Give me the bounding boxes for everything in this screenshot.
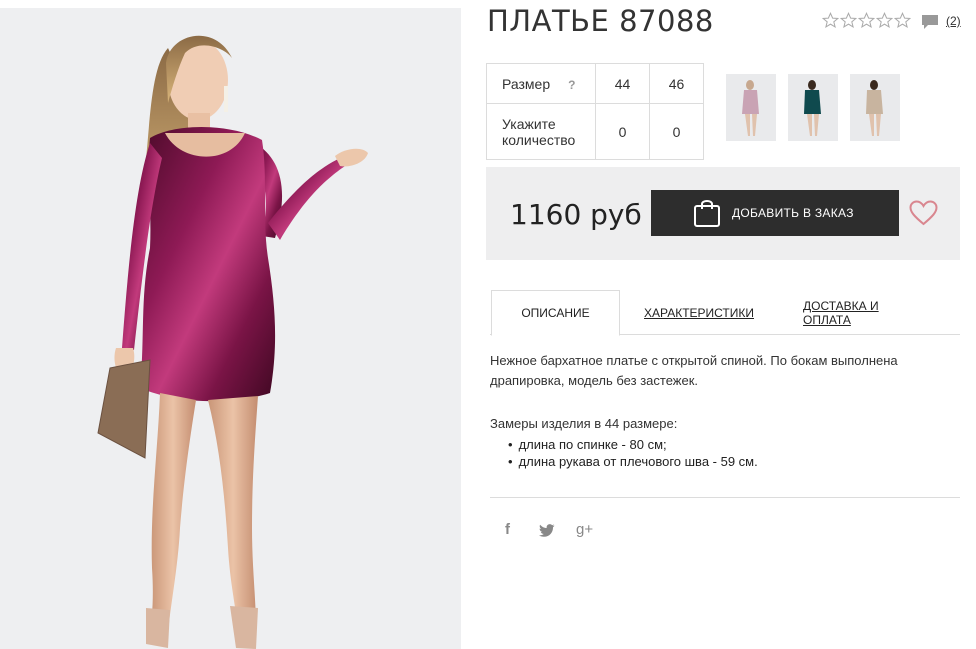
size-label: Размер bbox=[502, 75, 551, 92]
shopping-bag-icon bbox=[694, 200, 720, 227]
quantity-row: Укажите количество 0 0 bbox=[486, 103, 704, 160]
add-to-order-button[interactable]: ДОБАВИТЬ В ЗАКАЗ bbox=[651, 190, 899, 236]
quantity-input[interactable]: 0 bbox=[649, 103, 704, 160]
tab-description[interactable]: ОПИСАНИЕ bbox=[491, 290, 620, 336]
color-thumbnail-teal[interactable] bbox=[788, 74, 838, 141]
measurements-title: Замеры изделия в 44 размере: bbox=[490, 416, 678, 431]
main-product-photo[interactable] bbox=[0, 8, 461, 649]
star-icon[interactable] bbox=[840, 12, 857, 29]
tab-delivery-payment[interactable]: ДОСТАВКА И ОПЛАТА bbox=[803, 290, 928, 335]
size-option[interactable]: 44 bbox=[595, 63, 650, 104]
size-help-icon[interactable]: ? bbox=[568, 78, 575, 92]
divider bbox=[490, 497, 960, 498]
size-option[interactable]: 46 bbox=[649, 63, 704, 104]
quantity-label-cell: Укажите количество bbox=[486, 103, 596, 160]
star-icon[interactable] bbox=[858, 12, 875, 29]
product-description: Нежное бархатное платье с открытой спино… bbox=[490, 353, 898, 388]
reviews-count-link[interactable]: (2) bbox=[946, 14, 961, 28]
size-quantity-table: Размер? 44 46 Укажите количество 0 0 bbox=[486, 63, 704, 160]
tab-characteristics[interactable]: ХАРАКТЕРИСТИКИ bbox=[644, 290, 754, 335]
list-item: длина рукава от плечового шва - 59 см. bbox=[508, 453, 758, 470]
color-thumbnail-beige[interactable] bbox=[850, 74, 900, 141]
price: 1160 руб bbox=[510, 198, 642, 231]
star-icon[interactable] bbox=[822, 12, 839, 29]
color-thumbnail-pink[interactable] bbox=[726, 74, 776, 141]
quantity-input[interactable]: 0 bbox=[595, 103, 650, 160]
size-row: Размер? 44 46 bbox=[486, 63, 704, 104]
list-item: длина по спинке - 80 см; bbox=[508, 436, 758, 453]
quantity-label-line2: количество bbox=[502, 131, 576, 148]
facebook-icon[interactable]: f bbox=[505, 521, 510, 538]
buy-panel: 1160 руб ДОБАВИТЬ В ЗАКАЗ bbox=[486, 167, 960, 260]
measurements-list: длина по спинке - 80 см; длина рукава от… bbox=[508, 436, 758, 470]
twitter-icon[interactable] bbox=[539, 524, 555, 537]
size-label-cell: Размер? bbox=[486, 63, 596, 104]
quantity-label-line1: Укажите bbox=[502, 115, 556, 132]
star-icon[interactable] bbox=[876, 12, 893, 29]
product-tabs: ОПИСАНИЕ ХАРАКТЕРИСТИКИ ДОСТАВКА И ОПЛАТ… bbox=[490, 290, 960, 336]
add-to-order-label: ДОБАВИТЬ В ЗАКАЗ bbox=[732, 206, 854, 220]
heart-icon[interactable] bbox=[909, 200, 938, 226]
rating-stars[interactable] bbox=[822, 12, 911, 29]
google-plus-icon[interactable]: g+ bbox=[576, 521, 593, 538]
comment-icon[interactable] bbox=[921, 14, 939, 30]
star-icon[interactable] bbox=[894, 12, 911, 29]
product-title: ПЛАТЬЕ 87088 bbox=[487, 4, 714, 38]
